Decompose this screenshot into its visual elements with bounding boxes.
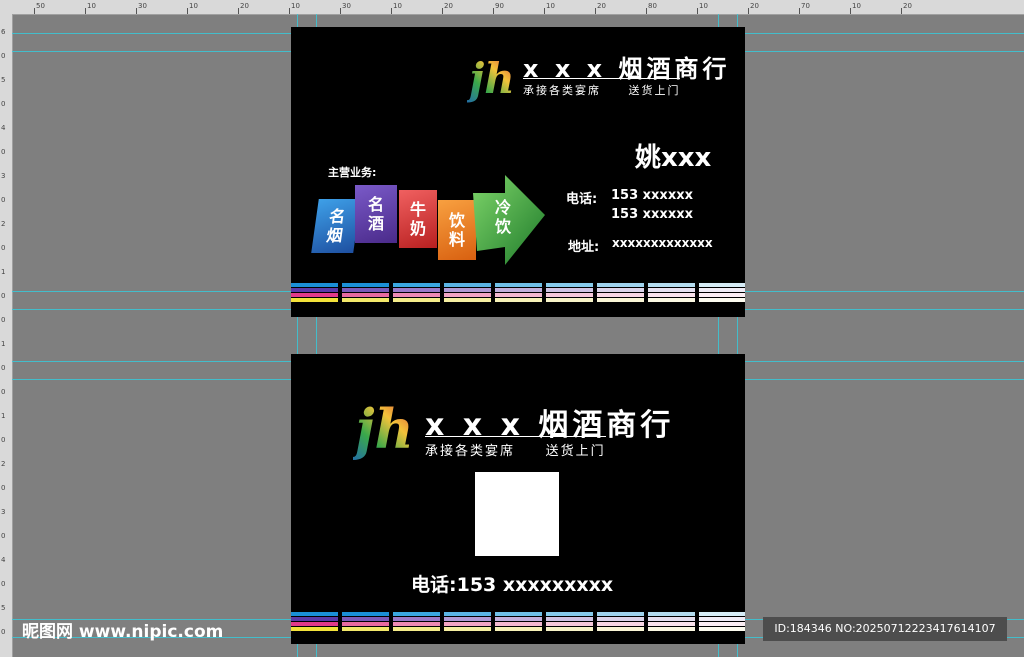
ruler-tick-label: 1 [1,412,6,420]
phone-number-2: 153 xxxxxx [611,207,693,222]
jh-logo-icon: jh [467,54,513,103]
shop-subtitle: 承接各类宴席 送货上门 [425,436,606,459]
color-stripe-bar [291,612,745,634]
ruler-tick-label: 20 [444,2,453,10]
ruler-tick-label: 5 [1,76,6,84]
business-label: 主营业务: [328,166,377,179]
ruler-tick-label: 30 [342,2,351,10]
tile-liquor: 名酒 [355,185,397,243]
ruler-tick-label: 10 [291,2,300,10]
ruler-tick-label: 10 [699,2,708,10]
ruler-tick [850,8,851,14]
ruler-tick-label: 4 [1,124,6,132]
ruler-tick-label: 3 [1,172,6,180]
ruler-tick-label: 0 [1,484,6,492]
ruler-tick-label: 10 [393,2,402,10]
ruler-tick-label: 0 [1,196,6,204]
business-card-back[interactable]: jh x x x 烟酒商行 承接各类宴席 送货上门 电话:153 xxxxxxx… [291,354,745,644]
ruler-tick-label: 3 [1,508,6,516]
ruler-tick [748,8,749,14]
tile-cigarettes: 名烟 [311,199,361,253]
ruler-tick-label: 0 [1,436,6,444]
ruler-tick-label: 30 [138,2,147,10]
qr-code-placeholder [475,472,559,556]
color-stripe-bar [291,283,745,305]
ruler-tick [646,8,647,14]
ruler-tick-label: 80 [648,2,657,10]
back-phone: 电话:153 xxxxxxxxx [411,574,614,596]
ruler-tick-label: 10 [852,2,861,10]
phone-number-1: 153 xxxxxx [611,188,693,203]
site-watermark: 昵图网 www.nipic.com [22,622,224,642]
tile-cold-drinks: 冷饮 [494,198,511,236]
ruler-tick [340,8,341,14]
ruler-tick-label: 20 [240,2,249,10]
person-name: 姚xxx [635,143,712,173]
ruler-tick-label: 10 [87,2,96,10]
ruler-tick [595,8,596,14]
ruler-tick-label: 0 [1,292,6,300]
ruler-tick [544,8,545,14]
ruler-tick-label: 10 [546,2,555,10]
tile-milk: 牛奶 [399,190,437,248]
svg-text:jh: jh [353,397,409,461]
ruler-tick-label: 6 [1,28,6,36]
ruler-tick [493,8,494,14]
ruler-tick-label: 90 [495,2,504,10]
ruler-tick [799,8,800,14]
address-value: xxxxxxxxxxxxx [612,236,713,250]
ruler-tick-label: 0 [1,364,6,372]
ruler-tick-label: 10 [189,2,198,10]
ruler-tick-label: 2 [1,220,6,228]
ruler-tick [136,8,137,14]
ruler-tick-label: 0 [1,532,6,540]
ruler-tick-label: 20 [750,2,759,10]
phone-label: 电话: [566,192,598,207]
ruler-tick-label: 0 [1,580,6,588]
ruler-tick-label: 0 [1,244,6,252]
ruler-tick-label: 0 [1,316,6,324]
jh-logo-icon: jh [353,397,409,461]
svg-text:jh: jh [467,54,513,103]
shop-subtitle: 承接各类宴席 送货上门 [523,78,681,98]
ruler-tick [34,8,35,14]
ruler-tick [238,8,239,14]
ruler-tick-label: 20 [903,2,912,10]
ruler-tick-label: 70 [801,2,810,10]
top-ruler: 50 10 30 10 20 10 30 10 20 90 10 20 80 10 20 70 10 20 [0,0,1024,15]
ruler-tick-label: 50 [36,2,45,10]
ruler-tick-label: 1 [1,268,6,276]
ruler-tick-label: 0 [1,52,6,60]
ruler-tick [901,8,902,14]
ruler-tick [289,8,290,14]
ruler-tick [391,8,392,14]
left-ruler: 6 0 5 0 4 0 3 0 2 0 1 0 0 1 0 0 1 0 2 0 3 0 4 0 5 0 [0,14,13,657]
ruler-tick-label: 0 [1,100,6,108]
ruler-tick-label: 0 [1,148,6,156]
image-id-label: ID:184346 NO:20250712223417614107 [763,617,1007,641]
address-label: 地址: [568,240,600,255]
ruler-tick-label: 5 [1,604,6,612]
business-card-front[interactable]: jh x x x 烟酒商行 承接各类宴席 送货上门 姚xxx 主营业务: 名烟 … [291,27,745,317]
ruler-tick [697,8,698,14]
ruler-tick [442,8,443,14]
ruler-tick-label: 0 [1,628,6,636]
ruler-tick-label: 2 [1,460,6,468]
ruler-tick-label: 1 [1,340,6,348]
ruler-tick [187,8,188,14]
ruler-tick-label: 0 [1,388,6,396]
ruler-tick-label: 20 [597,2,606,10]
ruler-tick [85,8,86,14]
ruler-tick-label: 4 [1,556,6,564]
